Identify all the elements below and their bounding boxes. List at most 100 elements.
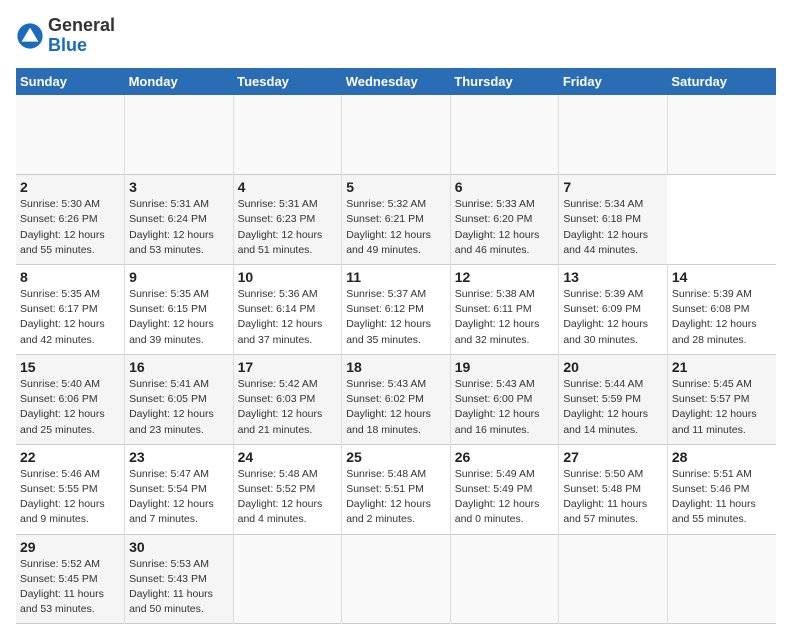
calendar-cell: 15Sunrise: 5:40 AMSunset: 6:06 PMDayligh… [16, 354, 125, 444]
day-info: Sunrise: 5:31 AMSunset: 6:23 PMDaylight:… [238, 197, 338, 258]
day-info: Sunrise: 5:52 AMSunset: 5:45 PMDaylight:… [20, 557, 120, 618]
calendar-cell: 30 Sunrise: 5:53 AMSunset: 5:43 PMDayligh… [125, 534, 234, 624]
day-info: Sunrise: 5:37 AMSunset: 6:12 PMDaylight:… [346, 287, 446, 348]
day-info: Sunrise: 5:47 AMSunset: 5:54 PMDaylight:… [129, 467, 229, 528]
day-info: Sunrise: 5:35 AMSunset: 6:17 PMDaylight:… [20, 287, 120, 348]
day-header-friday: Friday [559, 68, 668, 95]
page-header: GeneralBlue [16, 16, 776, 56]
calendar-cell: 13Sunrise: 5:39 AMSunset: 6:09 PMDayligh… [559, 264, 668, 354]
calendar-cell: 26 Sunrise: 5:49 AMSunset: 5:49 PMDayligh… [450, 444, 559, 534]
day-number: 11 [346, 269, 446, 285]
day-number: 21 [672, 359, 772, 375]
calendar-cell: 5 Sunrise: 5:32 AMSunset: 6:21 PMDaylight… [342, 175, 451, 265]
calendar-week-5: 29Sunrise: 5:52 AMSunset: 5:45 PMDayligh… [16, 534, 776, 624]
calendar-cell: 22 Sunrise: 5:46 AMSunset: 5:55 PMDayligh… [16, 444, 125, 534]
day-number: 17 [238, 359, 338, 375]
calendar-cell: 28 Sunrise: 5:51 AMSunset: 5:46 PMDayligh… [667, 444, 776, 534]
day-info: Sunrise: 5:43 AMSunset: 6:00 PMDaylight:… [455, 377, 555, 438]
day-number: 20 [563, 359, 663, 375]
day-number: 28 [672, 449, 772, 465]
calendar-cell: 6Sunrise: 5:33 AMSunset: 6:20 PMDaylight… [450, 175, 559, 265]
day-number: 26 [455, 449, 555, 465]
calendar-cell: 16Sunrise: 5:41 AMSunset: 6:05 PMDayligh… [125, 354, 234, 444]
calendar-cell: 25 Sunrise: 5:48 AMSunset: 5:51 PMDayligh… [342, 444, 451, 534]
day-number: 4 [238, 179, 338, 195]
calendar-week-3: 15Sunrise: 5:40 AMSunset: 6:06 PMDayligh… [16, 354, 776, 444]
day-number: 3 [129, 179, 229, 195]
day-header-thursday: Thursday [450, 68, 559, 95]
calendar-cell [342, 95, 451, 175]
logo-icon [16, 22, 44, 50]
day-number: 25 [346, 449, 446, 465]
day-info: Sunrise: 5:45 AMSunset: 5:57 PMDaylight:… [672, 377, 772, 438]
calendar-cell: 4 Sunrise: 5:31 AMSunset: 6:23 PMDaylight… [233, 175, 342, 265]
day-info: Sunrise: 5:49 AMSunset: 5:49 PMDaylight:… [455, 467, 555, 528]
day-number: 10 [238, 269, 338, 285]
day-number: 14 [672, 269, 772, 285]
calendar-cell [450, 534, 559, 624]
day-info: Sunrise: 5:42 AMSunset: 6:03 PMDaylight:… [238, 377, 338, 438]
calendar-cell: 7Sunrise: 5:34 AMSunset: 6:18 PMDaylight… [559, 175, 668, 265]
calendar-cell [233, 534, 342, 624]
day-number: 22 [20, 449, 120, 465]
calendar-cell [667, 95, 776, 175]
day-number: 6 [455, 179, 555, 195]
day-info: Sunrise: 5:48 AMSunset: 5:52 PMDaylight:… [238, 467, 338, 528]
day-info: Sunrise: 5:35 AMSunset: 6:15 PMDaylight:… [129, 287, 229, 348]
calendar-cell: 19Sunrise: 5:43 AMSunset: 6:00 PMDayligh… [450, 354, 559, 444]
calendar-cell: 24 Sunrise: 5:48 AMSunset: 5:52 PMDayligh… [233, 444, 342, 534]
calendar-cell [559, 534, 668, 624]
calendar-week-2: 8 Sunrise: 5:35 AMSunset: 6:17 PMDaylight… [16, 264, 776, 354]
day-info: Sunrise: 5:44 AMSunset: 5:59 PMDaylight:… [563, 377, 663, 438]
calendar-cell: 9Sunrise: 5:35 AMSunset: 6:15 PMDaylight… [125, 264, 234, 354]
day-number: 5 [346, 179, 446, 195]
calendar-cell [667, 534, 776, 624]
day-number: 30 [129, 539, 229, 555]
header-row: SundayMondayTuesdayWednesdayThursdayFrid… [16, 68, 776, 95]
day-info: Sunrise: 5:48 AMSunset: 5:51 PMDaylight:… [346, 467, 446, 528]
day-info: Sunrise: 5:38 AMSunset: 6:11 PMDaylight:… [455, 287, 555, 348]
calendar-cell: 12 Sunrise: 5:38 AMSunset: 6:11 PMDayligh… [450, 264, 559, 354]
calendar-cell: 27 Sunrise: 5:50 AMSunset: 5:48 PMDayligh… [559, 444, 668, 534]
day-number: 16 [129, 359, 229, 375]
day-info: Sunrise: 5:39 AMSunset: 6:08 PMDaylight:… [672, 287, 772, 348]
day-number: 8 [20, 269, 120, 285]
logo-text: GeneralBlue [48, 16, 115, 56]
calendar-cell: 17 Sunrise: 5:42 AMSunset: 6:03 PMDayligh… [233, 354, 342, 444]
day-number: 23 [129, 449, 229, 465]
day-header-tuesday: Tuesday [233, 68, 342, 95]
calendar-cell: 23 Sunrise: 5:47 AMSunset: 5:54 PMDayligh… [125, 444, 234, 534]
calendar-cell: 3 Sunrise: 5:31 AMSunset: 6:24 PMDaylight… [125, 175, 234, 265]
day-info: Sunrise: 5:50 AMSunset: 5:48 PMDaylight:… [563, 467, 663, 528]
day-header-saturday: Saturday [667, 68, 776, 95]
day-header-sunday: Sunday [16, 68, 125, 95]
day-info: Sunrise: 5:31 AMSunset: 6:24 PMDaylight:… [129, 197, 229, 258]
calendar-cell [342, 534, 451, 624]
day-info: Sunrise: 5:53 AMSunset: 5:43 PMDaylight:… [129, 557, 229, 618]
day-info: Sunrise: 5:46 AMSunset: 5:55 PMDaylight:… [20, 467, 120, 528]
calendar-table: SundayMondayTuesdayWednesdayThursdayFrid… [16, 68, 776, 625]
calendar-cell [125, 95, 234, 175]
day-number: 2 [20, 179, 120, 195]
calendar-cell: 29Sunrise: 5:52 AMSunset: 5:45 PMDayligh… [16, 534, 125, 624]
day-info: Sunrise: 5:51 AMSunset: 5:46 PMDaylight:… [672, 467, 772, 528]
calendar-cell: 18 Sunrise: 5:43 AMSunset: 6:02 PMDayligh… [342, 354, 451, 444]
day-number: 27 [563, 449, 663, 465]
day-info: Sunrise: 5:40 AMSunset: 6:06 PMDaylight:… [20, 377, 120, 438]
calendar-week-4: 22 Sunrise: 5:46 AMSunset: 5:55 PMDayligh… [16, 444, 776, 534]
calendar-cell: 8 Sunrise: 5:35 AMSunset: 6:17 PMDaylight… [16, 264, 125, 354]
day-info: Sunrise: 5:30 AMSunset: 6:26 PMDaylight:… [20, 197, 120, 258]
calendar-cell [233, 95, 342, 175]
calendar-cell: 11 Sunrise: 5:37 AMSunset: 6:12 PMDayligh… [342, 264, 451, 354]
calendar-cell: 10 Sunrise: 5:36 AMSunset: 6:14 PMDayligh… [233, 264, 342, 354]
calendar-cell [16, 95, 125, 175]
day-info: Sunrise: 5:43 AMSunset: 6:02 PMDaylight:… [346, 377, 446, 438]
day-info: Sunrise: 5:36 AMSunset: 6:14 PMDaylight:… [238, 287, 338, 348]
day-header-monday: Monday [125, 68, 234, 95]
calendar-cell: 20 Sunrise: 5:44 AMSunset: 5:59 PMDayligh… [559, 354, 668, 444]
day-number: 18 [346, 359, 446, 375]
day-number: 24 [238, 449, 338, 465]
day-info: Sunrise: 5:32 AMSunset: 6:21 PMDaylight:… [346, 197, 446, 258]
day-number: 12 [455, 269, 555, 285]
calendar-cell [559, 95, 668, 175]
